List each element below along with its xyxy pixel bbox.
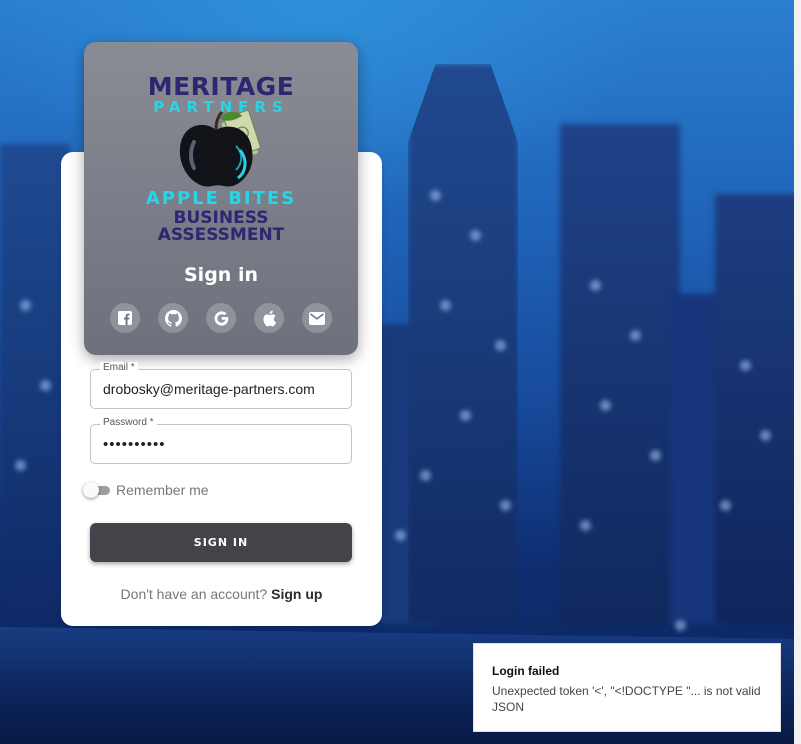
- password-input[interactable]: [103, 425, 339, 463]
- remember-me[interactable]: Remember me: [83, 481, 209, 499]
- scrollbar-track[interactable]: [794, 0, 801, 744]
- company-logo: MERITAGE PARTNERS APPLE BITES BUSINESS A…: [84, 72, 358, 247]
- logo-tagline-assessment: ASSESSMENT: [157, 225, 285, 245]
- toggle-thumb: [83, 482, 99, 498]
- email-icon: [309, 311, 325, 325]
- toast-message: Unexpected token '<', "<!DOCTYPE "... is…: [492, 684, 761, 714]
- logo-tagline: APPLE BITES: [145, 188, 297, 209]
- apple-money-icon: [179, 110, 261, 187]
- sign-up-link[interactable]: Sign up: [271, 586, 322, 602]
- remember-me-label: Remember me: [116, 482, 209, 498]
- login-header: MERITAGE PARTNERS APPLE BITES BUSINESS A…: [84, 42, 358, 355]
- email-login-button[interactable]: [302, 303, 332, 333]
- facebook-login-button[interactable]: [110, 303, 140, 333]
- github-icon: [164, 309, 182, 327]
- sign-in-button[interactable]: SIGN IN: [90, 523, 352, 562]
- page-title: Sign in: [184, 264, 258, 286]
- google-login-button[interactable]: [206, 303, 236, 333]
- email-field[interactable]: Email *: [90, 362, 352, 409]
- error-toast: Login failed Unexpected token '<', "<!DO…: [473, 643, 781, 732]
- logo-title: MERITAGE: [147, 72, 295, 101]
- toast-title: Login failed: [492, 664, 560, 678]
- social-login-row: [110, 303, 332, 333]
- signup-prompt-row: Don't have an account? Sign up: [61, 586, 382, 602]
- signup-prompt: Don't have an account?: [120, 586, 268, 602]
- facebook-icon: [118, 311, 132, 325]
- password-field[interactable]: Password *: [90, 417, 352, 464]
- github-login-button[interactable]: [158, 303, 188, 333]
- remember-me-toggle[interactable]: [83, 481, 110, 499]
- google-icon: [214, 310, 228, 326]
- apple-icon: [263, 309, 277, 326]
- apple-login-button[interactable]: [254, 303, 284, 333]
- email-input[interactable]: [103, 370, 339, 408]
